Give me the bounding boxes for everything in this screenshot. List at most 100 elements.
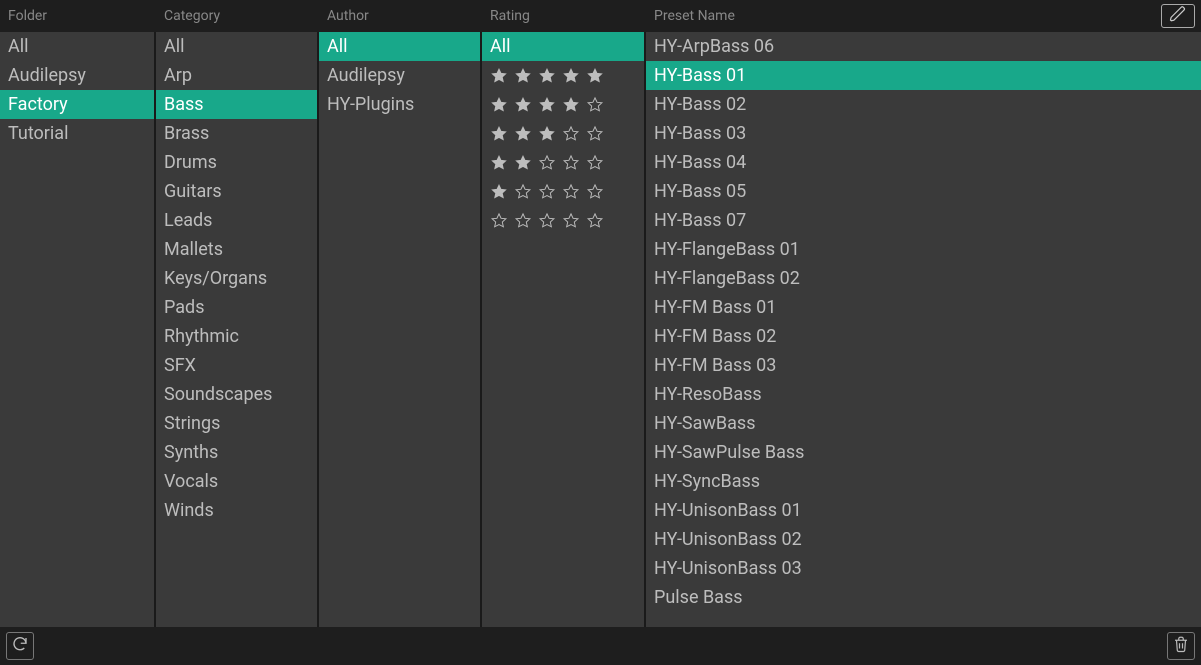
preset-item[interactable]: HY-UnisonBass 02 bbox=[646, 525, 1201, 554]
author-item[interactable]: HY-Plugins bbox=[319, 90, 480, 119]
star-filled-icon bbox=[490, 154, 508, 172]
star-empty-icon bbox=[586, 212, 604, 230]
category-item-label: Rhythmic bbox=[164, 326, 239, 347]
author-item[interactable]: All bbox=[319, 32, 480, 61]
preset-item-label: HY-Bass 03 bbox=[654, 123, 746, 144]
category-item[interactable]: Arp bbox=[156, 61, 317, 90]
category-item[interactable]: Pads bbox=[156, 293, 317, 322]
rating-stars bbox=[490, 183, 604, 201]
category-item[interactable]: Synths bbox=[156, 438, 317, 467]
rating-stars bbox=[490, 125, 604, 143]
category-item[interactable]: Keys/Organs bbox=[156, 264, 317, 293]
preset-item[interactable]: HY-FM Bass 03 bbox=[646, 351, 1201, 380]
preset-browser: Folder Category Author Rating Preset Nam… bbox=[0, 0, 1201, 665]
rating-stars bbox=[490, 67, 604, 85]
author-item[interactable]: Audilepsy bbox=[319, 61, 480, 90]
star-empty-icon bbox=[514, 183, 532, 201]
preset-item[interactable]: HY-SawPulse Bass bbox=[646, 438, 1201, 467]
preset-item[interactable]: HY-Bass 01 bbox=[646, 61, 1201, 90]
category-item-label: Brass bbox=[164, 123, 209, 144]
preset-item[interactable]: HY-FlangeBass 01 bbox=[646, 235, 1201, 264]
category-item[interactable]: Strings bbox=[156, 409, 317, 438]
star-filled-icon bbox=[586, 67, 604, 85]
preset-item[interactable]: HY-UnisonBass 01 bbox=[646, 496, 1201, 525]
preset-item-label: HY-Bass 01 bbox=[654, 65, 746, 86]
rating-item[interactable] bbox=[482, 148, 644, 177]
rating-item[interactable] bbox=[482, 119, 644, 148]
rating-item-label: All bbox=[490, 36, 511, 57]
preset-item-label: Pulse Bass bbox=[654, 587, 743, 608]
star-filled-icon bbox=[490, 96, 508, 114]
rating-item[interactable]: All bbox=[482, 32, 644, 61]
star-empty-icon bbox=[538, 183, 556, 201]
preset-item[interactable]: HY-Bass 02 bbox=[646, 90, 1201, 119]
star-filled-icon bbox=[538, 96, 556, 114]
folder-item-label: All bbox=[8, 36, 29, 57]
preset-item-label: HY-UnisonBass 03 bbox=[654, 558, 802, 579]
category-item[interactable]: Drums bbox=[156, 148, 317, 177]
category-item[interactable]: Rhythmic bbox=[156, 322, 317, 351]
category-item[interactable]: All bbox=[156, 32, 317, 61]
preset-item[interactable]: HY-Bass 04 bbox=[646, 148, 1201, 177]
preset-item[interactable]: HY-FlangeBass 02 bbox=[646, 264, 1201, 293]
preset-item-label: HY-ArpBass 06 bbox=[654, 36, 774, 57]
category-item-label: Keys/Organs bbox=[164, 268, 267, 289]
star-empty-icon bbox=[562, 183, 580, 201]
preset-item[interactable]: HY-FM Bass 02 bbox=[646, 322, 1201, 351]
star-filled-icon bbox=[538, 67, 556, 85]
category-item[interactable]: Leads bbox=[156, 206, 317, 235]
star-filled-icon bbox=[514, 67, 532, 85]
category-item[interactable]: Vocals bbox=[156, 467, 317, 496]
rating-item[interactable] bbox=[482, 61, 644, 90]
header-rating: Rating bbox=[482, 0, 646, 32]
preset-item[interactable]: HY-Bass 03 bbox=[646, 119, 1201, 148]
author-item-label: Audilepsy bbox=[327, 65, 405, 86]
category-item[interactable]: Soundscapes bbox=[156, 380, 317, 409]
folder-item[interactable]: Audilepsy bbox=[0, 61, 154, 90]
edit-button[interactable] bbox=[1161, 4, 1195, 28]
preset-item[interactable]: HY-SawBass bbox=[646, 409, 1201, 438]
star-empty-icon bbox=[586, 125, 604, 143]
preset-item[interactable]: HY-Bass 05 bbox=[646, 177, 1201, 206]
category-item[interactable]: SFX bbox=[156, 351, 317, 380]
preset-item[interactable]: HY-SyncBass bbox=[646, 467, 1201, 496]
preset-item-label: HY-Bass 04 bbox=[654, 152, 746, 173]
preset-item[interactable]: HY-UnisonBass 03 bbox=[646, 554, 1201, 583]
folder-item[interactable]: Factory bbox=[0, 90, 154, 119]
category-item[interactable]: Bass bbox=[156, 90, 317, 119]
rating-stars bbox=[490, 96, 604, 114]
category-item[interactable]: Brass bbox=[156, 119, 317, 148]
folder-item-label: Audilepsy bbox=[8, 65, 86, 86]
star-filled-icon bbox=[490, 183, 508, 201]
preset-item[interactable]: HY-ArpBass 06 bbox=[646, 32, 1201, 61]
category-item[interactable]: Mallets bbox=[156, 235, 317, 264]
preset-item-label: HY-UnisonBass 01 bbox=[654, 500, 802, 521]
star-empty-icon bbox=[490, 212, 508, 230]
category-item[interactable]: Guitars bbox=[156, 177, 317, 206]
category-item-label: Leads bbox=[164, 210, 212, 231]
preset-item[interactable]: HY-Bass 07 bbox=[646, 206, 1201, 235]
category-item-label: Mallets bbox=[164, 239, 223, 260]
star-empty-icon bbox=[586, 154, 604, 172]
star-filled-icon bbox=[514, 125, 532, 143]
folder-item[interactable]: All bbox=[0, 32, 154, 61]
rating-item[interactable] bbox=[482, 206, 644, 235]
preset-item[interactable]: HY-FM Bass 01 bbox=[646, 293, 1201, 322]
category-item-label: All bbox=[164, 36, 185, 57]
star-empty-icon bbox=[562, 125, 580, 143]
star-empty-icon bbox=[586, 183, 604, 201]
delete-button[interactable] bbox=[1167, 632, 1195, 660]
folder-item[interactable]: Tutorial bbox=[0, 119, 154, 148]
rating-item[interactable] bbox=[482, 90, 644, 119]
preset-item[interactable]: HY-ResoBass bbox=[646, 380, 1201, 409]
pencil-icon bbox=[1169, 5, 1187, 27]
category-item[interactable]: Winds bbox=[156, 496, 317, 525]
category-item-label: Vocals bbox=[164, 471, 218, 492]
rating-item[interactable] bbox=[482, 177, 644, 206]
star-empty-icon bbox=[562, 154, 580, 172]
category-item-label: Soundscapes bbox=[164, 384, 272, 405]
refresh-button[interactable] bbox=[6, 632, 34, 660]
preset-item-label: HY-FlangeBass 02 bbox=[654, 268, 800, 289]
preset-item[interactable]: Pulse Bass bbox=[646, 583, 1201, 612]
preset-item-label: HY-Bass 05 bbox=[654, 181, 746, 202]
